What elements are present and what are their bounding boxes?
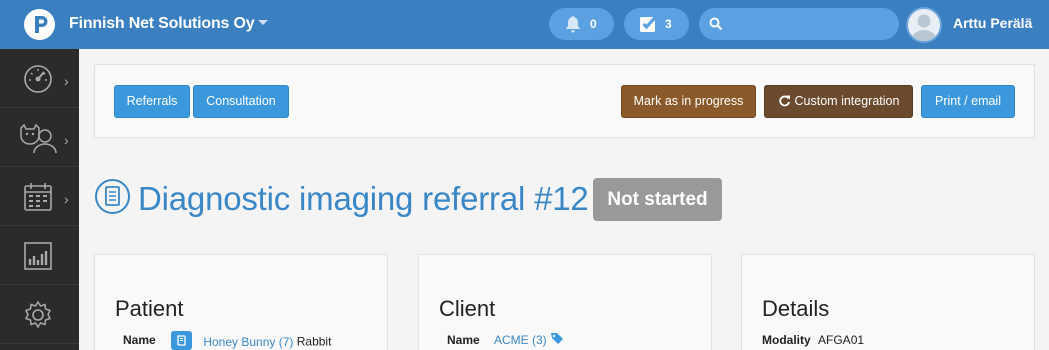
document-list-icon bbox=[95, 179, 130, 214]
client-name-label: Name bbox=[447, 333, 480, 347]
patient-name-label: Name bbox=[123, 333, 156, 347]
patient-name-row: Name bbox=[123, 333, 156, 347]
sidebar-item-patients[interactable]: › bbox=[0, 108, 79, 167]
chevron-right-icon: › bbox=[64, 73, 69, 89]
sidebar-item-dashboard[interactable]: › bbox=[0, 49, 79, 108]
modality-label: Modality bbox=[762, 333, 811, 347]
client-name-row: Name bbox=[447, 333, 480, 347]
referrals-button[interactable]: Referrals bbox=[114, 85, 190, 118]
modality-value: AFGA01 bbox=[818, 333, 865, 347]
action-bar: Referrals Consultation Mark as in progre… bbox=[94, 64, 1035, 138]
chevron-right-icon: › bbox=[64, 191, 69, 207]
organization-name: Finnish Net Solutions Oy bbox=[69, 15, 255, 32]
mark-in-progress-button[interactable]: Mark as in progress bbox=[621, 85, 756, 118]
patient-species: Rabbit bbox=[296, 334, 332, 349]
refresh-icon bbox=[778, 95, 790, 107]
organization-switcher[interactable]: Finnish Net Solutions Oy bbox=[69, 15, 269, 33]
print-email-button[interactable]: Print / email bbox=[921, 85, 1015, 118]
user-placeholder-icon bbox=[911, 14, 937, 41]
bell-icon bbox=[566, 16, 580, 33]
record-book-icon[interactable] bbox=[171, 331, 192, 350]
details-panel: Details Modality AFGA01 bbox=[741, 254, 1035, 350]
tag-icon[interactable] bbox=[550, 332, 564, 345]
search-input[interactable] bbox=[699, 8, 899, 40]
notifications-count: 0 bbox=[590, 17, 597, 31]
sidebar-item-calendar[interactable]: › bbox=[0, 167, 79, 226]
custom-integration-label: Custom integration bbox=[794, 94, 900, 108]
top-bar: Finnish Net Solutions Oy 0 3 Arttu Peräl… bbox=[0, 0, 1049, 49]
chevron-right-icon: › bbox=[64, 132, 69, 148]
sidebar-item-reports[interactable] bbox=[0, 226, 79, 285]
sidebar-item-settings[interactable] bbox=[0, 285, 79, 344]
details-heading: Details bbox=[762, 296, 830, 321]
status-badge: Not started bbox=[593, 178, 722, 221]
dashboard-icon bbox=[24, 65, 52, 93]
patient-name-link[interactable]: Honey Bunny (7) bbox=[203, 335, 293, 349]
patients-icon bbox=[20, 123, 57, 154]
calendar-icon bbox=[24, 183, 52, 211]
tasks-count: 3 bbox=[665, 17, 672, 31]
sidebar: › › › bbox=[0, 49, 79, 350]
checkbox-icon bbox=[640, 15, 657, 32]
caret-down-icon bbox=[258, 20, 269, 26]
tasks-button[interactable]: 3 bbox=[624, 8, 689, 40]
bar-chart-icon bbox=[24, 242, 52, 270]
consultation-button[interactable]: Consultation bbox=[193, 85, 289, 118]
patient-heading: Patient bbox=[115, 296, 184, 321]
user-name[interactable]: Arttu Perälä bbox=[953, 15, 1032, 31]
client-name-link[interactable]: ACME (3) bbox=[494, 333, 547, 347]
search-icon bbox=[709, 17, 723, 31]
modality-row: Modality AFGA01 bbox=[762, 333, 864, 347]
client-panel: Client Name ACME (3) bbox=[418, 254, 712, 350]
page-title: Diagnostic imaging referral #12 bbox=[138, 180, 589, 217]
client-name-value: ACME (3) bbox=[494, 333, 564, 347]
app-logo-icon[interactable] bbox=[24, 9, 55, 40]
custom-integration-button[interactable]: Custom integration bbox=[764, 85, 913, 118]
client-heading: Client bbox=[439, 296, 496, 321]
patient-name-value: Honey Bunny (7) Rabbit bbox=[171, 331, 332, 350]
avatar[interactable] bbox=[906, 7, 942, 43]
notifications-button[interactable]: 0 bbox=[549, 8, 614, 40]
gear-icon bbox=[24, 300, 52, 329]
patient-panel: Patient Name Honey Bunny (7) Rabbit bbox=[94, 254, 388, 350]
